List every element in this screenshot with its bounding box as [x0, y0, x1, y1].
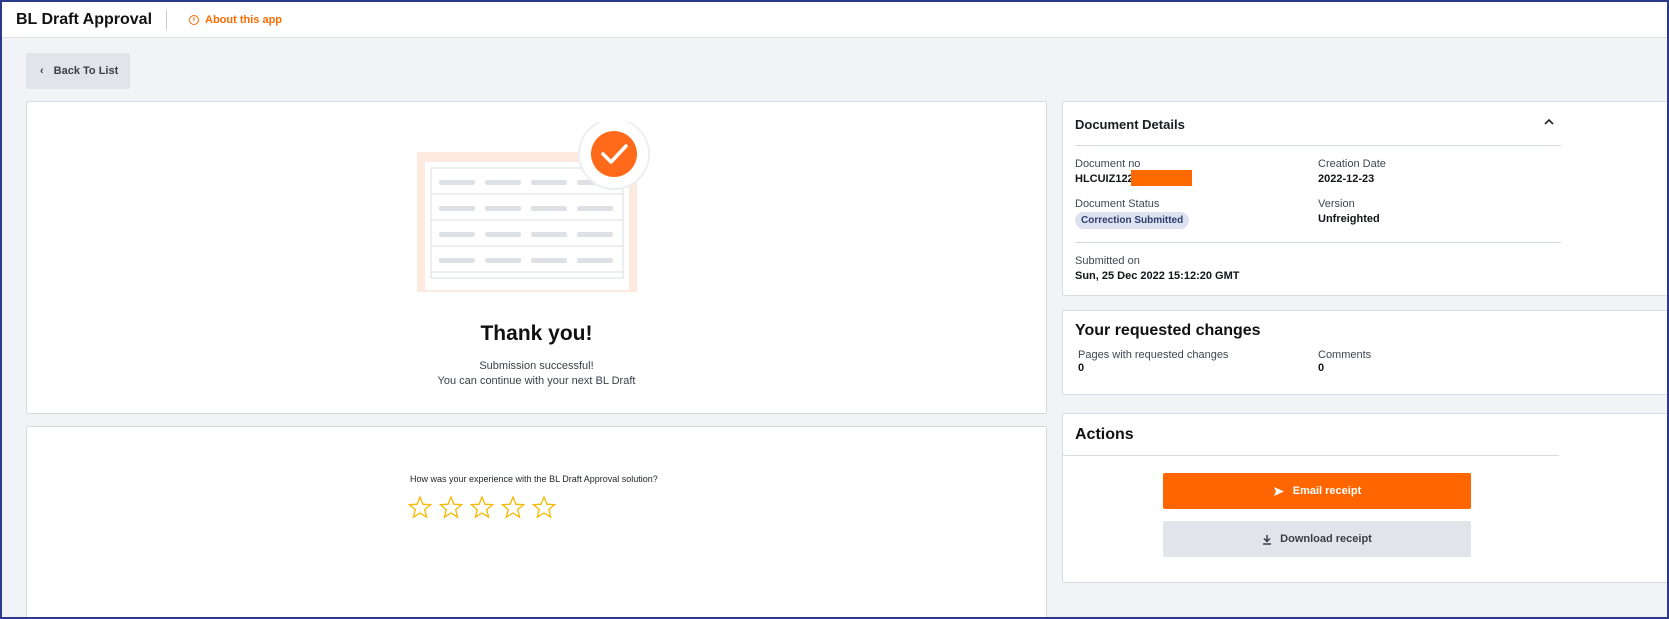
- version-value: Unfreighted: [1318, 213, 1380, 225]
- back-to-list-button[interactable]: ‹ Back To List: [26, 53, 130, 89]
- version-label: Version: [1318, 198, 1355, 210]
- document-details-card: Document Details Document no HLCUIZ122 C…: [1062, 101, 1667, 296]
- email-receipt-label: Email receipt: [1292, 485, 1362, 497]
- pages-requested-value: 0: [1078, 362, 1085, 374]
- divider: [1075, 242, 1561, 243]
- submitted-on-value: Sun, 25 Dec 2022 15:12:20 GMT: [1075, 270, 1240, 282]
- download-receipt-label: Download receipt: [1280, 533, 1372, 545]
- top-bar: BL Draft Approval i About this app: [2, 2, 1667, 38]
- back-to-list-label: Back To List: [53, 65, 119, 77]
- feedback-card: How was your experience with the BL Draf…: [26, 426, 1047, 617]
- star-outline-icon[interactable]: [407, 495, 438, 521]
- document-details-title: Document Details: [1075, 117, 1185, 132]
- star-outline-icon[interactable]: [531, 495, 562, 521]
- star-outline-icon[interactable]: [469, 495, 500, 521]
- star-outline-icon[interactable]: [500, 495, 531, 521]
- document-no-label: Document no: [1075, 158, 1141, 170]
- submission-success-text: Submission successful!: [479, 360, 594, 372]
- status-badge: Correction Submitted: [1075, 212, 1190, 229]
- app-title: BL Draft Approval: [16, 10, 153, 28]
- creation-date-label: Creation Date: [1318, 158, 1386, 170]
- thank-you-title: Thank you!: [480, 322, 593, 345]
- star-outline-icon[interactable]: [438, 495, 469, 521]
- actions-title: Actions: [1075, 426, 1134, 443]
- download-icon: [1262, 534, 1272, 545]
- feedback-question: How was your experience with the BL Draf…: [410, 474, 658, 484]
- chevron-left-icon: ‹: [40, 65, 44, 77]
- chevron-up-icon[interactable]: [1543, 116, 1555, 128]
- document-table-illustration: [417, 122, 650, 292]
- redaction-block: [1131, 170, 1192, 186]
- about-app-label: About this app: [205, 13, 283, 26]
- document-status-label: Document Status: [1075, 198, 1160, 210]
- document-no-value: HLCUIZ122: [1075, 173, 1134, 185]
- comments-value: 0: [1318, 362, 1325, 374]
- divider: [1063, 455, 1559, 456]
- star-rating[interactable]: [407, 495, 562, 521]
- divider: [166, 9, 168, 30]
- app-frame: BL Draft Approval i About this app ‹ Bac…: [0, 0, 1669, 619]
- send-icon: [1273, 486, 1285, 497]
- about-app-link[interactable]: i About this app: [189, 14, 282, 26]
- creation-date-value: 2022-12-23: [1318, 173, 1375, 185]
- comments-label: Comments: [1318, 349, 1372, 361]
- download-receipt-button[interactable]: Download receipt: [1163, 521, 1471, 557]
- continue-next-text: You can continue with your next BL Draft: [437, 375, 636, 387]
- email-receipt-button[interactable]: Email receipt: [1163, 473, 1471, 509]
- pages-requested-label: Pages with requested changes: [1078, 349, 1229, 361]
- submission-success-card: Thank you! Submission successful! You ca…: [26, 101, 1047, 414]
- divider: [1075, 145, 1561, 146]
- requested-changes-title: Your requested changes: [1075, 322, 1261, 339]
- submitted-on-label: Submitted on: [1075, 255, 1140, 267]
- requested-changes-card: Your requested changes Pages with reques…: [1062, 310, 1667, 395]
- actions-card: Actions Email receipt Download receipt: [1062, 413, 1667, 583]
- info-icon: i: [189, 14, 200, 25]
